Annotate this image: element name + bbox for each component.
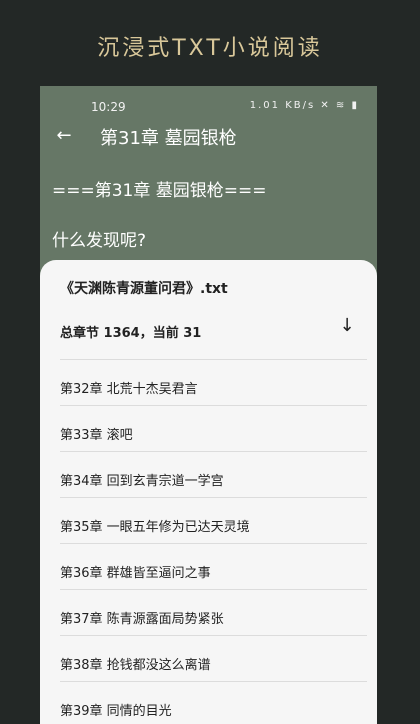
chapter-list: 第32章 北荒十杰吴君言 第33章 滚吧 第34章 回到玄青宗道一学宫 第35章… — [60, 360, 367, 724]
app-bar: ← 第31章 墓园银枪 — [40, 122, 377, 152]
chapter-item[interactable]: 第33章 滚吧 — [60, 406, 367, 452]
reader-text-line: 什么发现呢? — [52, 231, 147, 251]
status-bar: 10:29 1.01 KB/s ✕ ≋ ▮ — [91, 100, 359, 114]
phone-screen: 10:29 1.01 KB/s ✕ ≋ ▮ ← 第31章 墓园银枪 ===第31… — [40, 86, 377, 724]
status-time: 10:29 — [91, 100, 126, 114]
status-icons: 1.01 KB/s ✕ ≋ ▮ — [249, 100, 359, 111]
chapter-item[interactable]: 第34章 回到玄青宗道一学宫 — [60, 452, 367, 498]
chapter-item[interactable]: 第37章 陈青源露面局势紧张 — [60, 590, 367, 636]
chapter-list-sheet: 《天渊陈青源董问君》.txt 总章节 1364，当前 31 ↓ 第32章 北荒十… — [40, 260, 377, 724]
chapter-item[interactable]: 第38章 抢钱都没这么离谱 — [60, 636, 367, 682]
reader-text-line: ===第31章 墓园银枪=== — [52, 181, 267, 201]
arrow-down-icon[interactable]: ↓ — [335, 314, 359, 338]
promo-title: 沉浸式TXT小说阅读 — [97, 36, 323, 61]
book-name: 《天渊陈青源董问君》.txt — [60, 281, 228, 297]
chapter-item[interactable]: 第39章 同情的目光 — [60, 682, 367, 724]
chapter-count: 总章节 1364，当前 31 — [60, 326, 202, 341]
back-arrow-icon[interactable]: ← — [54, 125, 74, 146]
chapter-item[interactable]: 第35章 一眼五年修为已达天灵境 — [60, 498, 367, 544]
chapter-item[interactable]: 第36章 群雄皆至逼问之事 — [60, 544, 367, 590]
chapter-title: 第31章 墓园银枪 — [100, 128, 237, 149]
chapter-item[interactable]: 第32章 北荒十杰吴君言 — [60, 360, 367, 406]
